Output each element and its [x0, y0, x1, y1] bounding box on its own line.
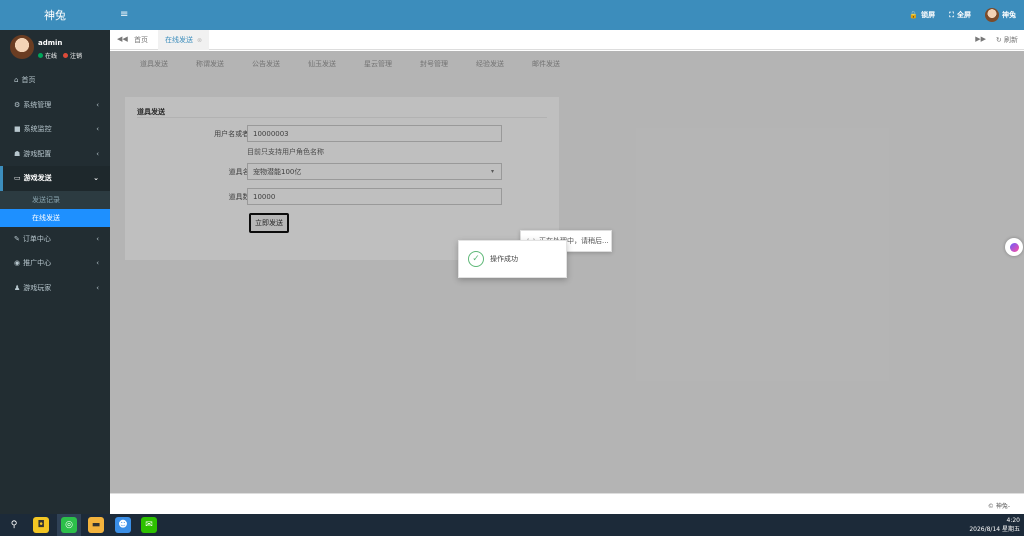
sidebar-item-label: 游戏配置	[23, 149, 52, 158]
chevron-left-icon: ‹	[96, 234, 99, 243]
tab-home[interactable]: 首页	[134, 30, 148, 50]
chevron-down-icon: ⌄	[93, 174, 99, 183]
app: 神兔 ≡ 🔒 锁屏 ⛶ 全屏 神兔 admin 在线 注销 ⌂ 首页 ⚙ 系统管…	[0, 0, 1024, 536]
sidebar-item-game-send[interactable]: ▭ 游戏发送 ⌄	[0, 166, 110, 191]
user-icon: ♟	[14, 283, 21, 292]
logout-label: 注销	[70, 53, 83, 60]
sidebar-item-monitor[interactable]: ■ 系统监控 ‹	[0, 117, 110, 142]
gamepad-icon: ☗	[14, 149, 21, 158]
app-icon-notes[interactable]: ◘	[33, 517, 49, 533]
modal-overlay	[110, 51, 1024, 493]
toast-text: 操作成功	[490, 255, 518, 263]
wechat-icon[interactable]: ✉	[141, 517, 157, 533]
refresh-icon: ↻	[995, 36, 1002, 44]
sidebar-item-orders[interactable]: ✎ 订单中心 ‹	[0, 227, 110, 252]
sidebar-item-home[interactable]: ⌂ 首页	[0, 68, 110, 93]
user-name: admin	[38, 39, 63, 47]
logout-link[interactable]: 注销	[63, 51, 82, 60]
avatar	[10, 35, 34, 59]
folder-icon[interactable]: ▬	[88, 517, 104, 533]
app-logo[interactable]: 神兔	[0, 0, 110, 30]
close-icon[interactable]: ⊗	[197, 37, 202, 44]
footer: © 神兔-	[110, 493, 1024, 514]
chevron-left-icon: ‹	[96, 149, 99, 158]
keyboard-icon: ▭	[14, 174, 21, 183]
chevron-left-icon: ‹	[96, 283, 99, 292]
lock-icon: 🔒	[909, 11, 919, 19]
check-circle-icon: ✓	[468, 251, 484, 267]
chevron-left-icon: ‹	[96, 100, 99, 109]
sidebar-item-game-config[interactable]: ☗ 游戏配置 ‹	[0, 142, 110, 167]
sidebar-item-players[interactable]: ♟ 游戏玩家 ‹	[0, 276, 110, 301]
expand-icon: ⛶	[949, 10, 954, 19]
fullscreen-button[interactable]: ⛶ 全屏	[949, 10, 971, 20]
refresh-label: 刷新	[1004, 36, 1018, 44]
tab-online-send[interactable]: 在线发送 ⊗	[158, 30, 210, 50]
home-icon: ⌂	[14, 76, 19, 85]
sidebar-item-label: 系统监控	[23, 125, 52, 134]
user-menu-label: 神兔	[1002, 11, 1016, 19]
online-label: 在线	[45, 53, 58, 60]
online-status: 在线	[38, 51, 57, 60]
sidebar: admin 在线 注销 ⌂ 首页 ⚙ 系统管理 ‹ ■ 系统监控 ‹ ☗ 游戏配…	[0, 30, 110, 514]
sidebar-item-label: 推广中心	[23, 259, 52, 268]
windows-taskbar: ⚲ ◘ ◎ ▬ ☻ ✉ 4:20 2026/8/14 星期五	[0, 514, 1024, 536]
sidebar-subitem-online-send[interactable]: 在线发送	[0, 208, 110, 227]
hamburger-icon[interactable]: ≡	[120, 9, 128, 20]
search-icon[interactable]: ⚲	[6, 517, 22, 533]
video-icon: ■	[14, 125, 21, 134]
gear-icon: ⚙	[14, 100, 21, 109]
sidebar-item-promotion[interactable]: ◉ 推广中心 ‹	[0, 251, 110, 276]
submenu-game-send: 发送记录 在线发送	[0, 190, 110, 227]
success-toast: ✓ 操作成功	[458, 240, 567, 278]
top-right-menu: 🔒 锁屏 ⛶ 全屏 神兔	[909, 0, 1016, 30]
sidebar-item-label: 首页	[21, 76, 36, 85]
lock-screen-button[interactable]: 🔒 锁屏	[909, 10, 935, 20]
sidebar-item-system[interactable]: ⚙ 系统管理 ‹	[0, 93, 110, 118]
app-icon-qq[interactable]: ☻	[115, 517, 131, 533]
chevron-left-icon: ‹	[96, 259, 99, 268]
user-menu[interactable]: 神兔	[985, 8, 1016, 22]
tab-scroll-left-icon[interactable]: ◀◀	[117, 35, 128, 43]
lock-label: 锁屏	[921, 11, 936, 19]
footer-copyright: © 神兔-	[987, 503, 1010, 510]
pencil-icon: ✎	[14, 234, 20, 243]
fullscreen-label: 全屏	[957, 11, 971, 19]
user-panel: admin 在线 注销	[0, 30, 110, 68]
clock-date: 2026/8/14 星期五	[969, 526, 1020, 533]
tab-bar: ◀◀ 首页 在线发送 ⊗ ▶▶ ↻ 刷新	[110, 30, 1024, 50]
sidebar-subitem-send-records[interactable]: 发送记录	[0, 191, 110, 209]
online-dot-icon	[38, 53, 43, 58]
system-clock: 4:20 2026/8/14 星期五	[969, 516, 1020, 534]
clock-time: 4:20	[1006, 517, 1020, 524]
sidebar-item-label: 系统管理	[23, 100, 52, 109]
chevron-left-icon: ‹	[96, 125, 99, 134]
floating-assistant-button[interactable]	[1005, 238, 1023, 256]
sidebar-item-label: 游戏玩家	[23, 283, 52, 292]
top-navbar: ≡ 🔒 锁屏 ⛶ 全屏 神兔	[110, 0, 1024, 30]
eye-icon: ◉	[14, 259, 21, 268]
assistant-icon	[1009, 242, 1019, 252]
tab-label: 在线发送	[165, 36, 193, 44]
tab-scroll-right-icon[interactable]: ▶▶	[975, 35, 986, 43]
refresh-button[interactable]: ↻ 刷新	[996, 35, 1018, 45]
logout-dot-icon	[63, 53, 69, 58]
app-icon-browser[interactable]: ◎	[61, 517, 77, 533]
sidebar-item-label: 游戏发送	[23, 174, 52, 183]
sidebar-item-label: 订单中心	[22, 234, 51, 243]
avatar	[985, 8, 999, 22]
user-status: 在线 注销	[38, 51, 82, 60]
